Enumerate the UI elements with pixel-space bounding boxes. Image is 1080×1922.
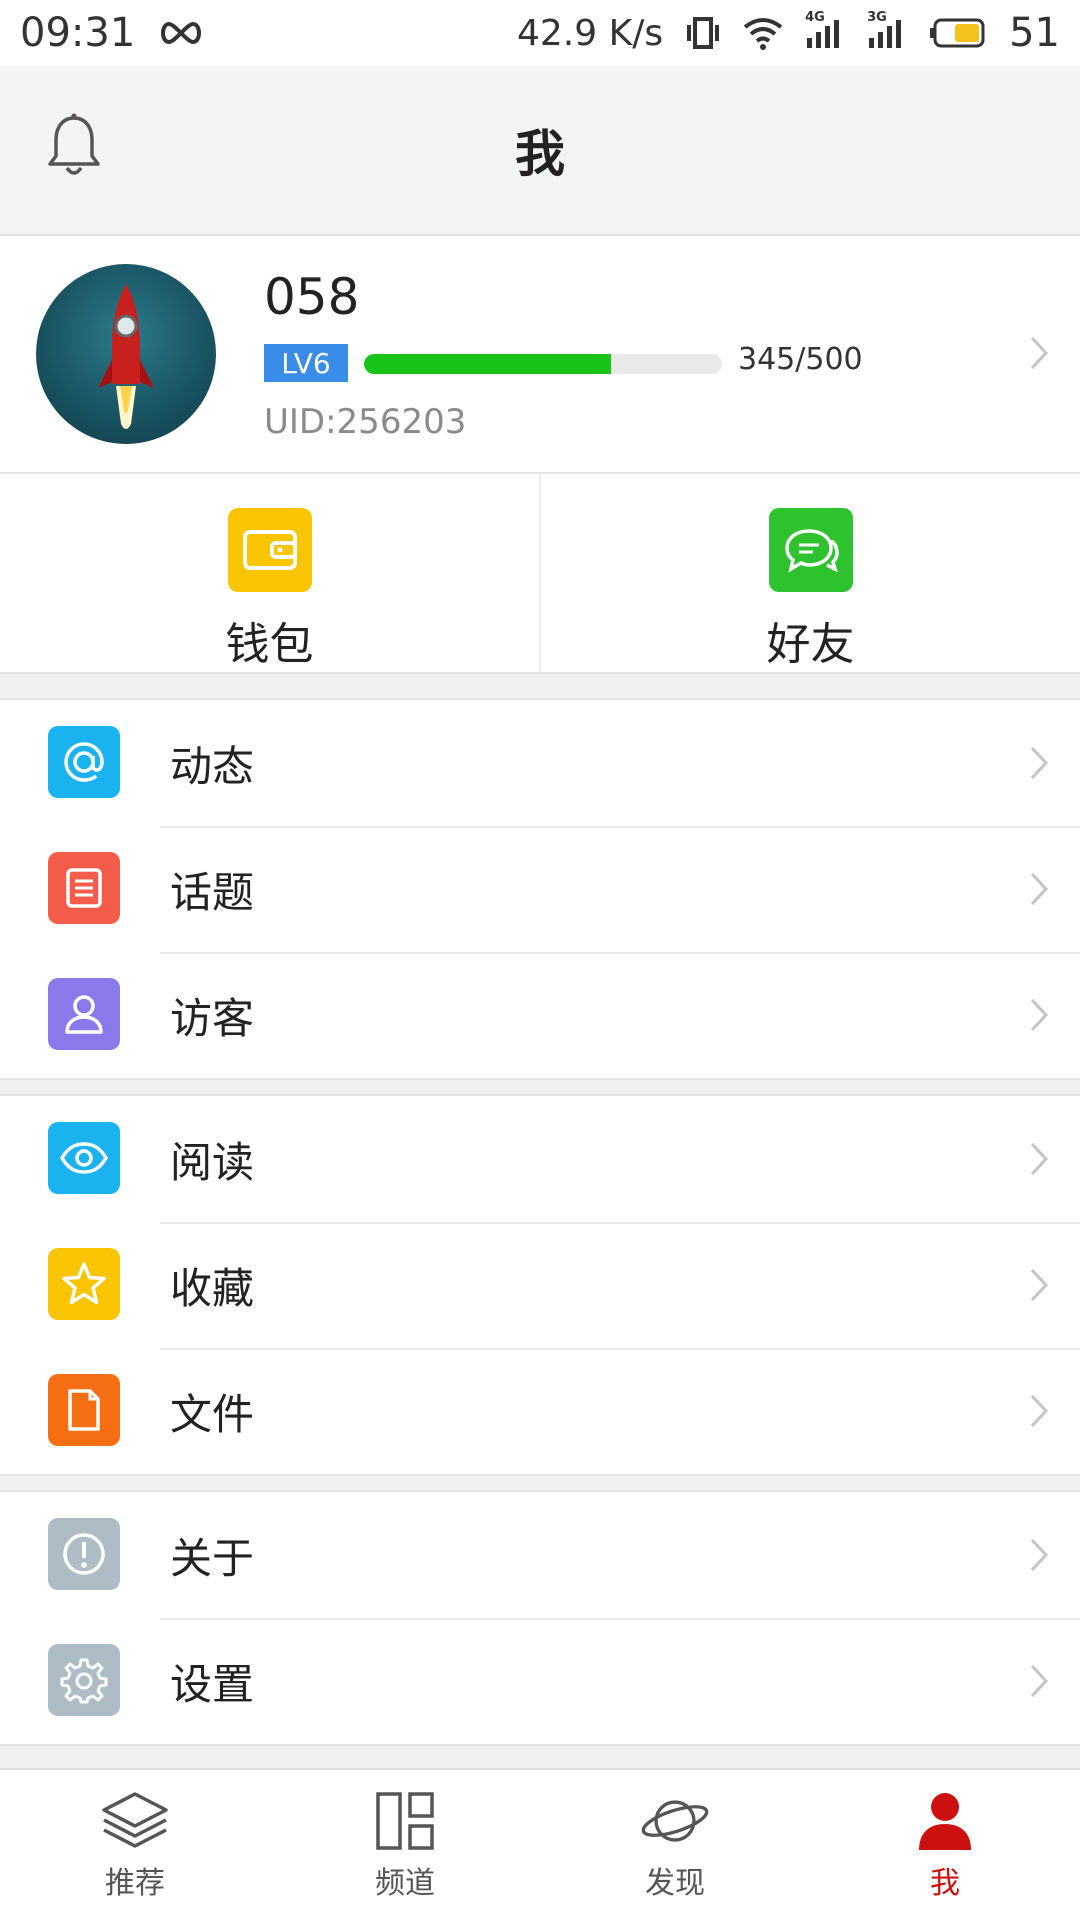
- wifi-icon: [743, 18, 783, 50]
- status-time: 09:31: [20, 10, 136, 56]
- avatar[interactable]: [36, 264, 216, 444]
- chevron-right-icon: [1030, 336, 1048, 370]
- battery-icon: [930, 18, 985, 48]
- menu-item-label: 设置: [170, 1659, 255, 1709]
- menu-item-topics[interactable]: 话题: [0, 826, 1080, 952]
- tab-recommend[interactable]: 推荐: [0, 1770, 270, 1922]
- status-right: 42.9 K/s 4G 3G 51: [517, 10, 1060, 56]
- menu-item-visitors[interactable]: 访客: [0, 952, 1080, 1078]
- star-icon: [48, 1248, 120, 1320]
- username: 058: [264, 268, 360, 326]
- signal-3g: 3G: [867, 10, 907, 50]
- menu-item-files[interactable]: 文件: [0, 1348, 1080, 1474]
- list-icon: [48, 852, 120, 924]
- file-icon: [48, 1374, 120, 1446]
- tab-label: 我: [930, 1866, 960, 1901]
- bell-icon[interactable]: [44, 112, 104, 182]
- layers-icon: [99, 1788, 171, 1854]
- menu-item-label: 阅读: [170, 1137, 255, 1187]
- xp-text: 345/500: [738, 342, 863, 377]
- chevron-right-icon: [1030, 1142, 1048, 1176]
- wallet-icon: [227, 508, 312, 592]
- vibrate-icon: [687, 17, 720, 49]
- uid-text: UID:256203: [264, 402, 467, 442]
- chevron-right-icon: [1030, 998, 1048, 1032]
- signal-3g-label: 3G: [867, 10, 887, 25]
- gear-icon: [48, 1644, 120, 1716]
- chevron-right-icon: [1030, 1394, 1048, 1428]
- user-icon: [909, 1788, 981, 1854]
- grid-icon: [369, 1788, 441, 1854]
- menu-item-label: 话题: [170, 867, 255, 917]
- battery-level: 51: [1009, 10, 1060, 56]
- app-header: 我: [0, 66, 1080, 236]
- chevron-right-icon: [1030, 1268, 1048, 1302]
- xp-progress-fill: [364, 354, 612, 374]
- menu-item-label: 文件: [170, 1389, 255, 1439]
- info-icon: [48, 1518, 120, 1590]
- chat-bubbles-icon: [768, 508, 853, 592]
- bottom-tab-bar: 推荐 频道 发现 我: [0, 1768, 1080, 1922]
- menu-item-dynamic[interactable]: 动态: [0, 700, 1080, 826]
- tab-label: 频道: [375, 1866, 435, 1901]
- menu-group-content: 阅读 收藏 文件: [0, 1094, 1080, 1476]
- wallet-label: 钱包: [225, 619, 314, 670]
- menu-item-settings[interactable]: 设置: [0, 1618, 1080, 1744]
- chevron-right-icon: [1030, 872, 1048, 906]
- tab-label: 发现: [645, 1866, 705, 1901]
- level-badge: LV6: [264, 344, 348, 382]
- tab-me[interactable]: 我: [810, 1770, 1080, 1922]
- friends-label: 好友: [766, 619, 855, 670]
- planet-icon: [639, 1788, 711, 1854]
- menu-group-system: 关于 设置: [0, 1490, 1080, 1746]
- xp-progress-bar: [364, 354, 722, 374]
- menu-item-label: 关于: [170, 1533, 255, 1583]
- chevron-right-icon: [1030, 1664, 1048, 1698]
- infinity-icon: [161, 21, 202, 45]
- friends-button[interactable]: 好友: [539, 474, 1080, 672]
- menu-item-label: 访客: [170, 993, 255, 1043]
- wallet-button[interactable]: 钱包: [0, 474, 539, 672]
- tab-channels[interactable]: 频道: [270, 1770, 540, 1922]
- chevron-right-icon: [1030, 746, 1048, 780]
- signal-4g: 4G: [805, 10, 845, 50]
- profile-card[interactable]: 058 LV6 345/500 UID:256203: [0, 236, 1080, 474]
- menu-item-favorites[interactable]: 收藏: [0, 1222, 1080, 1348]
- status-left: 09:31: [20, 10, 205, 56]
- person-icon: [48, 978, 120, 1050]
- status-bar: 09:31 42.9 K/s 4G 3G 51: [0, 0, 1080, 66]
- tab-discover[interactable]: 发现: [540, 1770, 810, 1922]
- tab-label: 推荐: [105, 1866, 165, 1901]
- menu-item-label: 动态: [170, 741, 255, 791]
- at-icon: [48, 726, 120, 798]
- menu-group-social: 动态 话题 访客: [0, 698, 1080, 1080]
- menu-item-label: 收藏: [170, 1263, 255, 1313]
- quick-actions: 钱包 好友: [0, 474, 1080, 674]
- menu-item-reading[interactable]: 阅读: [0, 1096, 1080, 1222]
- menu-item-about[interactable]: 关于: [0, 1492, 1080, 1618]
- signal-4g-label: 4G: [805, 10, 825, 25]
- page-title: 我: [515, 125, 565, 183]
- chevron-right-icon: [1030, 1538, 1048, 1572]
- rocket-icon: [98, 284, 154, 429]
- eye-icon: [48, 1122, 120, 1194]
- net-speed: 42.9 K/s: [517, 12, 664, 54]
